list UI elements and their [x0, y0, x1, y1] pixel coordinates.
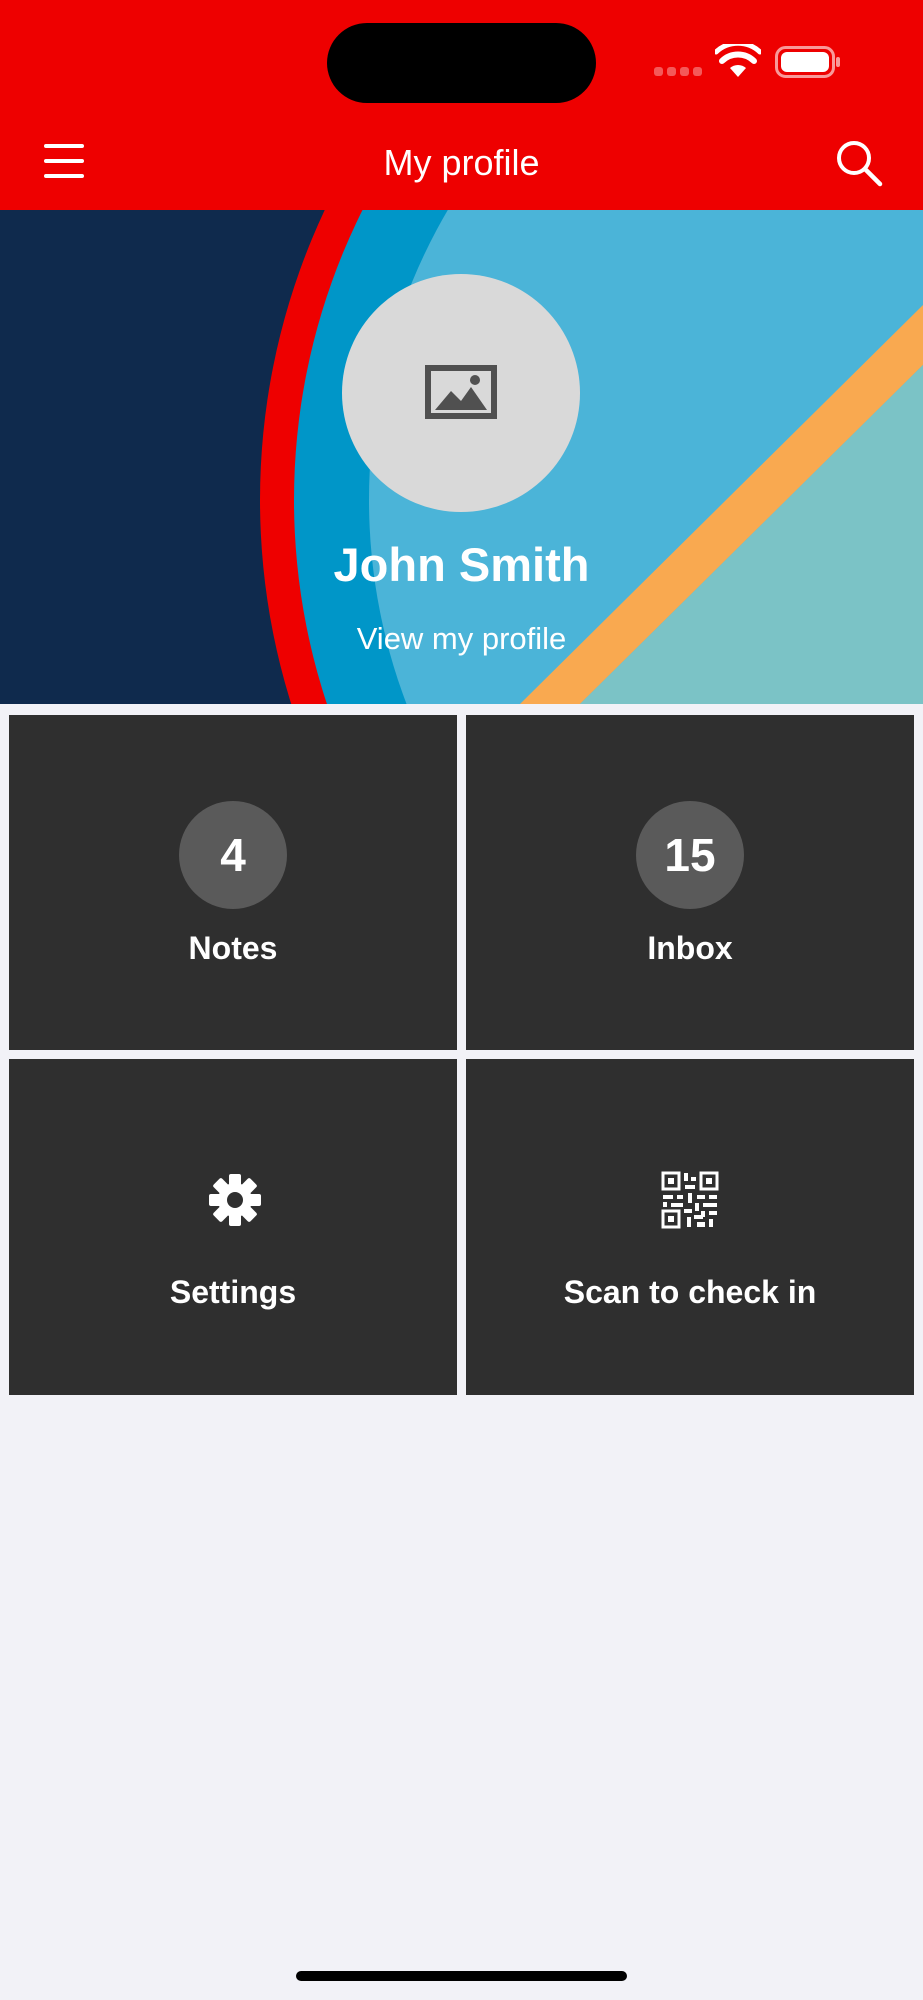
page-title: My profile: [383, 142, 540, 183]
notes-label: Notes: [188, 930, 278, 966]
notes-count-badge: 4: [179, 801, 287, 909]
inbox-label: Inbox: [647, 930, 733, 966]
scan-to-check-in-label: Scan to check in: [563, 1274, 817, 1310]
inbox-tile[interactable]: 15 Inbox: [466, 715, 914, 1050]
battery-icon: [775, 46, 840, 78]
wifi-icon: [715, 44, 761, 77]
qr-code-icon: [661, 1171, 719, 1229]
user-name: John Smith: [333, 538, 590, 591]
top-app-bar: My profile: [0, 0, 923, 210]
settings-label: Settings: [169, 1274, 297, 1310]
inbox-count-badge: 15: [636, 801, 744, 909]
scan-to-check-in-tile[interactable]: Scan to check in: [466, 1059, 914, 1395]
home-indicator[interactable]: [296, 1971, 627, 1981]
search-icon[interactable]: [834, 138, 884, 188]
view-profile-link[interactable]: View my profile: [0, 618, 923, 660]
image-placeholder-icon: [425, 365, 497, 419]
cellular-signal-icon: [654, 67, 704, 77]
avatar[interactable]: [342, 274, 580, 512]
dynamic-island: [327, 23, 596, 103]
notes-tile[interactable]: 4 Notes: [9, 715, 457, 1050]
settings-tile[interactable]: Settings: [9, 1059, 457, 1395]
gear-icon: [209, 1174, 261, 1226]
